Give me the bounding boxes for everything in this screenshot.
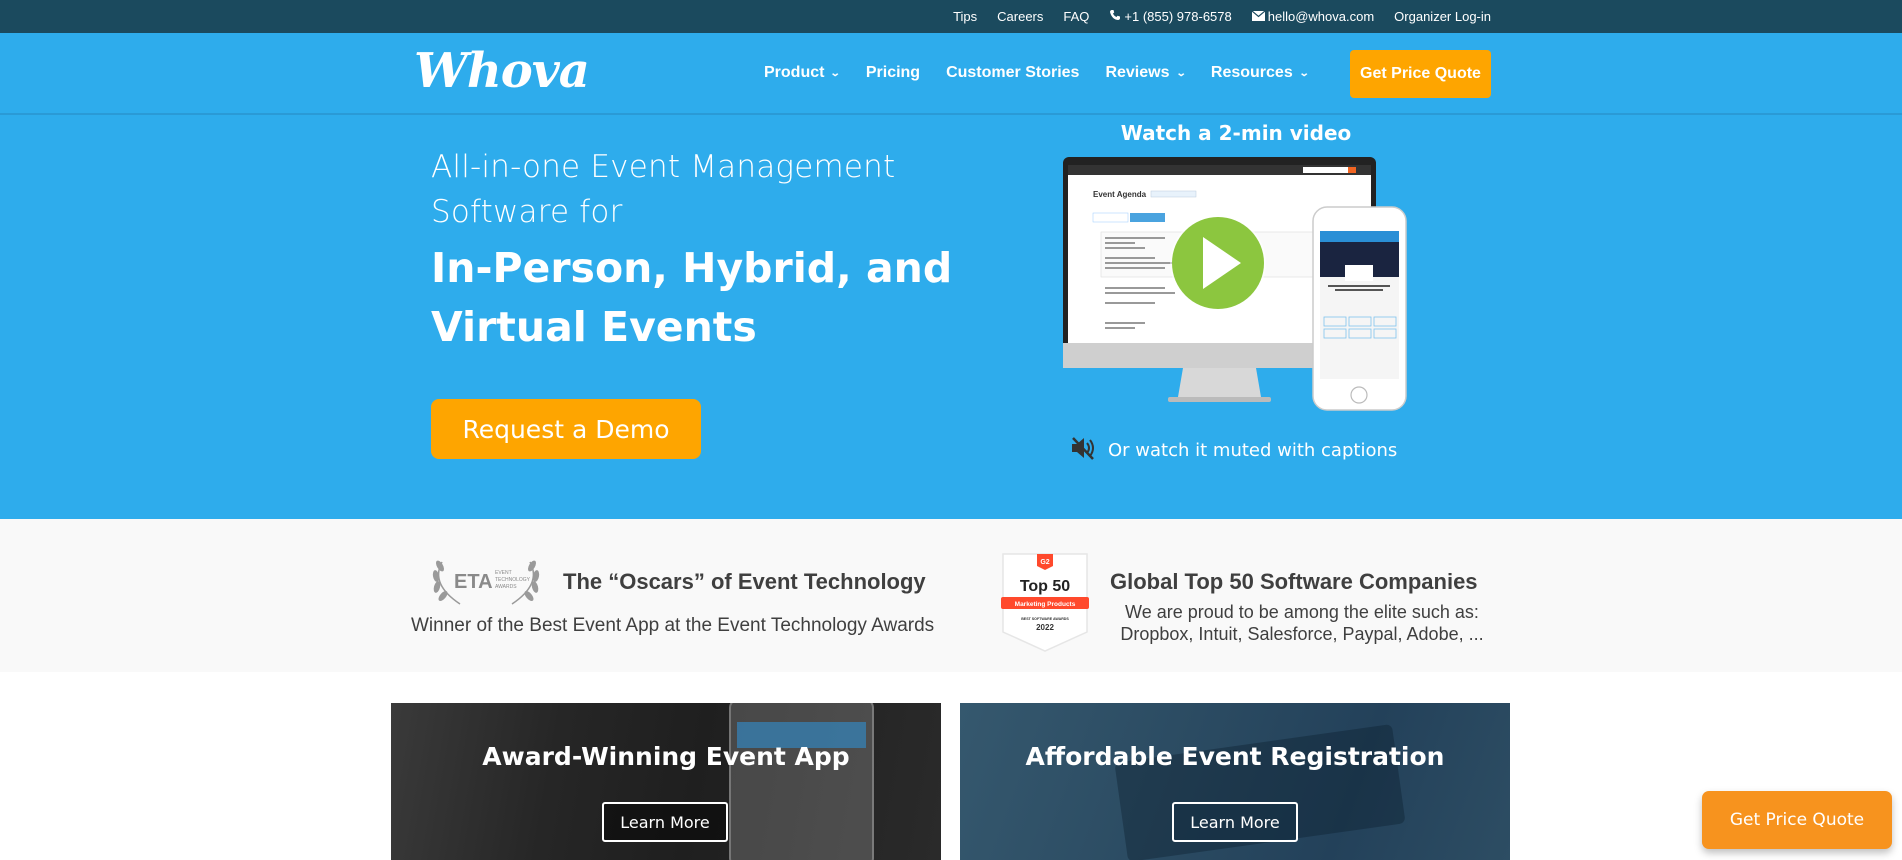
learn-more-button[interactable]: Learn More (1172, 802, 1298, 842)
nav-item-label: Customer Stories (946, 64, 1080, 81)
hero-title-line: In-Person, Hybrid, and (431, 244, 953, 292)
nav-item-product[interactable]: Product ⌄ (764, 64, 842, 82)
device-mockup-illustration: Event Agenda (1063, 157, 1407, 411)
g2-description-line: We are proud to be among the elite such … (1125, 602, 1479, 622)
g2-top50-badge: G2 Top 50 Marketing Products BEST SOFTWA… (1001, 553, 1089, 652)
svg-text:2022: 2022 (1036, 623, 1054, 632)
hero-title-line: Virtual Events (431, 303, 757, 351)
eta-awards-logo: ETA EVENT TECHNOLOGY AWARDS (432, 560, 540, 605)
g2-award-title: Global Top 50 Software Companies (1110, 569, 1478, 594)
utility-links: Tips Careers FAQ +1 (855) 978-6578 hello… (953, 0, 1491, 33)
muted-captions-link[interactable]: Or watch it muted with captions (1070, 436, 1397, 465)
hero-subtitle-line: Software for (431, 194, 623, 230)
phone-screenshot-background (729, 703, 874, 860)
get-price-quote-button[interactable]: Get Price Quote (1350, 50, 1491, 98)
request-demo-button[interactable]: Request a Demo (431, 399, 701, 459)
nav-item-label: Reviews (1105, 64, 1170, 81)
email-link[interactable]: hello@whova.com (1251, 9, 1375, 24)
svg-text:Top 50: Top 50 (1020, 578, 1070, 595)
faq-link[interactable]: FAQ (1063, 9, 1089, 24)
chevron-down-icon: ⌄ (830, 67, 842, 79)
eta-award-title: The “Oscars” of Event Technology (563, 569, 926, 594)
nav-item-label: Resources (1210, 64, 1293, 81)
email-address: hello@whova.com (1267, 9, 1375, 24)
svg-text:ETA: ETA (454, 571, 493, 593)
screen-heading: Event Agenda (1093, 190, 1147, 199)
card-title: Award-Winning Event App (482, 742, 850, 771)
phone-link[interactable]: +1 (855) 978-6578 (1109, 9, 1232, 24)
card-title: Affordable Event Registration (1025, 742, 1445, 771)
whova-logo[interactable]: Whova (414, 43, 590, 99)
g2-award-description: We are proud to be among the elite such … (1112, 601, 1492, 645)
hero-subtitle-line: All-in-one Event Management (431, 149, 896, 185)
muted-speaker-icon (1070, 436, 1098, 465)
top-utility-bar: Tips Careers FAQ +1 (855) 978-6578 hello… (0, 0, 1902, 33)
feature-card-event-registration: Affordable Event Registration Learn More (960, 703, 1510, 860)
careers-link[interactable]: Careers (997, 9, 1043, 24)
hero-subtitle: All-in-one Event Management Software for (431, 145, 895, 235)
nav-item-reviews[interactable]: Reviews ⌄ (1105, 64, 1187, 82)
monitor-stand (1178, 368, 1261, 397)
svg-text:G2: G2 (1040, 559, 1049, 566)
svg-text:Marketing Products: Marketing Products (1015, 601, 1076, 608)
nav-item-label: Product (764, 64, 825, 81)
nav-item-customer-stories[interactable]: Customer Stories (946, 64, 1079, 82)
phone-number: +1 (855) 978-6578 (1124, 9, 1232, 24)
svg-text:AWARDS: AWARDS (495, 584, 517, 590)
video-thumbnail[interactable]: Event Agenda (1063, 157, 1408, 412)
nav-menu: Product ⌄ Pricing Customer Stories Revie… (764, 33, 1334, 113)
floating-get-price-quote-button[interactable]: Get Price Quote (1702, 791, 1892, 849)
svg-text:EVENT: EVENT (495, 570, 512, 576)
eta-award-description: Winner of the Best Event App at the Even… (411, 615, 935, 636)
video-title: Watch a 2-min video (1120, 121, 1352, 145)
nav-item-resources[interactable]: Resources ⌄ (1210, 64, 1310, 82)
hero-title: In-Person, Hybrid, and Virtual Events (431, 239, 952, 357)
nav-item-label: Pricing (865, 64, 921, 81)
awards-section: ETA EVENT TECHNOLOGY AWARDS The “Oscars”… (0, 519, 1902, 672)
chevron-down-icon: ⌄ (1298, 67, 1310, 79)
hero-section: All-in-one Event Management Software for… (0, 115, 1902, 519)
chevron-down-icon: ⌄ (1175, 67, 1187, 79)
nav-item-pricing[interactable]: Pricing (866, 64, 920, 82)
learn-more-button[interactable]: Learn More (602, 802, 728, 842)
g2-description-line: Dropbox, Intuit, Salesforce, Paypal, Ado… (1120, 624, 1484, 644)
feature-card-event-app: Award-Winning Event App Learn More (391, 703, 941, 860)
tips-link[interactable]: Tips (953, 9, 977, 24)
phone-icon (1109, 9, 1121, 24)
muted-captions-label: Or watch it muted with captions (1108, 440, 1398, 461)
envelope-icon (1251, 10, 1266, 24)
main-navigation: Whova Product ⌄ Pricing Customer Stories… (0, 33, 1902, 115)
svg-text:BEST SOFTWARE AWARDS: BEST SOFTWARE AWARDS (1021, 617, 1069, 621)
organizer-login-link[interactable]: Organizer Log-in (1394, 9, 1491, 24)
svg-text:TECHNOLOGY: TECHNOLOGY (495, 577, 531, 583)
